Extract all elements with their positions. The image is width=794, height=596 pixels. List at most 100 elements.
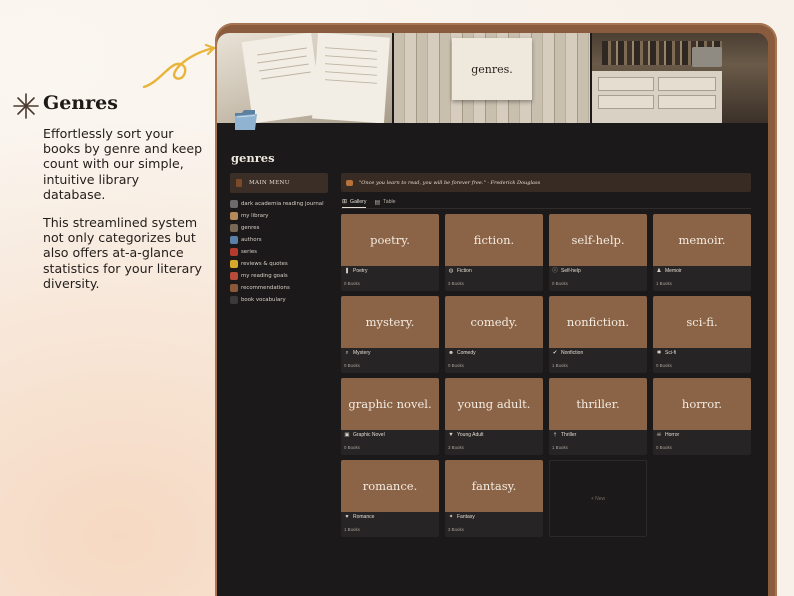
genre-name: Graphic Novel	[353, 432, 385, 438]
genre-card-comedy[interactable]: comedy. ☻ Comedy 0 Books	[445, 296, 543, 373]
genre-book-count: 0 Books	[344, 445, 360, 450]
genre-book-count: 0 Books	[552, 281, 568, 286]
folder-icon	[235, 110, 257, 130]
tab-divider	[341, 208, 751, 209]
genre-cover: thriller.	[549, 378, 647, 430]
banner-genres-note-image: genres.	[394, 33, 590, 123]
grid-icon: ⊞	[342, 199, 348, 205]
sidebar-item-my-reading-goals[interactable]: my reading goals	[230, 270, 288, 281]
genre-name: Poetry	[353, 268, 368, 274]
open-book-icon	[346, 179, 353, 186]
genre-cover: young adult.	[445, 378, 543, 430]
genre-cover: self-help.	[549, 214, 647, 266]
bookmark-icon: ❚	[344, 268, 350, 274]
page-title: genres	[231, 151, 275, 165]
sidebar-item-dark-academia-reading-journal[interactable]: dark academia reading journal	[230, 198, 324, 209]
genre-name: Comedy	[457, 350, 476, 356]
genre-card-young-adult[interactable]: young adult. ▼ Young Adult 3 Books	[445, 378, 543, 455]
genre-book-count: 3 Books	[448, 281, 464, 286]
genre-book-count: 3 Books	[448, 527, 464, 532]
genre-book-count: 1 Books	[656, 281, 672, 286]
person-icon: ♟	[656, 268, 662, 274]
sidebar-item-label: series	[241, 248, 257, 255]
target-icon	[230, 271, 238, 280]
quill-icon	[230, 235, 238, 244]
genre-card-memoir[interactable]: memoir. ♟ Memoir 1 Books	[653, 214, 751, 291]
genre-name: Horror	[665, 432, 680, 438]
genre-card-graphic-novel[interactable]: graphic novel. ▣ Graphic Novel 0 Books	[341, 378, 439, 455]
genre-name: Nonfiction	[561, 350, 584, 356]
heart-icon: ♥	[345, 514, 349, 520]
genre-book-count: 0 Books	[344, 281, 360, 286]
genre-card-romance[interactable]: romance. ♥ Romance 1 Books	[341, 460, 439, 537]
new-card-button[interactable]: + New	[549, 460, 647, 537]
banner-note: genres.	[452, 38, 532, 100]
genre-name-row: ⌕ Mystery	[344, 350, 370, 356]
genre-cover: memoir.	[653, 214, 751, 266]
magnifier-icon: ⌕	[345, 350, 349, 356]
sidebar-item-label: book vocabulary	[241, 296, 286, 303]
genre-card-fantasy[interactable]: fantasy. ✦ Fantasy 3 Books	[445, 460, 543, 537]
smiley-icon: ☻	[448, 350, 454, 356]
genre-name: Memoir	[665, 268, 682, 274]
genre-card-self-help[interactable]: self-help. ⓘ Self-help 0 Books	[549, 214, 647, 291]
sidebar-item-label: reviews & quotes	[241, 260, 288, 267]
image-icon: ▣	[344, 432, 350, 438]
sidebar-item-authors[interactable]: authors	[230, 234, 262, 245]
genre-name-row: ✔ Nonfiction	[552, 350, 584, 356]
sidebar-header: MAIN MENU	[230, 173, 328, 193]
genre-card-horror[interactable]: horror. ☠ Horror 0 Books	[653, 378, 751, 455]
sidebar-item-reviews-quotes[interactable]: reviews & quotes	[230, 258, 288, 269]
sidebar-item-series[interactable]: series	[230, 246, 257, 257]
heart-icon	[230, 283, 238, 292]
check-circle-icon: ✔	[552, 350, 558, 356]
genre-cover: fiction.	[445, 214, 543, 266]
sidebar-item-label: authors	[241, 236, 262, 243]
sidebar-item-recommendations[interactable]: recommendations	[230, 282, 290, 293]
genre-book-count: 0 Books	[656, 363, 672, 368]
genre-name: Fantasy	[457, 514, 475, 520]
genre-cover: romance.	[341, 460, 439, 512]
genre-name-row: ❚ Poetry	[344, 268, 368, 274]
genre-name: Young Adult	[457, 432, 484, 438]
atom-icon: ✱	[656, 350, 662, 356]
genre-name-row: ▼ Young Adult	[448, 432, 484, 438]
genre-name: Thriller	[561, 432, 577, 438]
sidebar-item-genres[interactable]: genres	[230, 222, 259, 233]
genre-card-thriller[interactable]: thriller. † Thriller 1 Books	[549, 378, 647, 455]
quote-callout: "Once you learn to read, you will be for…	[341, 173, 751, 192]
red-book-icon	[230, 247, 238, 256]
genre-name-row: ⓘ Self-help	[552, 268, 581, 274]
genre-book-count: 1 Books	[344, 527, 360, 532]
genre-book-count: 0 Books	[344, 363, 360, 368]
genre-cover: comedy.	[445, 296, 543, 348]
sidebar-item-label: recommendations	[241, 284, 290, 291]
genre-book-count: 1 Books	[552, 445, 568, 450]
genre-card-fiction[interactable]: fiction. ◍ Fiction 3 Books	[445, 214, 543, 291]
genre-card-sci-fi[interactable]: sci-fi. ✱ Sci-fi 0 Books	[653, 296, 751, 373]
tab-gallery[interactable]: ⊞ Gallery	[342, 196, 367, 208]
genre-card-poetry[interactable]: poetry. ❚ Poetry 0 Books	[341, 214, 439, 291]
tab-table[interactable]: ▤ Table	[374, 196, 395, 208]
sidebar-item-book-vocabulary[interactable]: book vocabulary	[230, 294, 286, 305]
book-icon	[230, 199, 238, 208]
promo-paragraph-2: This streamlined system not only categor…	[43, 215, 202, 291]
genre-name-row: ◍ Fiction	[448, 268, 472, 274]
genre-name-row: † Thriller	[552, 432, 576, 438]
mortarboard-icon	[230, 295, 238, 304]
genre-card-nonfiction[interactable]: nonfiction. ✔ Nonfiction 1 Books	[549, 296, 647, 373]
arrow-doodle-icon	[142, 43, 216, 89]
genre-name-row: ♥ Romance	[344, 514, 374, 520]
genre-cover: fantasy.	[445, 460, 543, 512]
promo-paragraph-1: Effortlessly sort your books by genre an…	[43, 126, 203, 202]
genre-name: Sci-fi	[665, 350, 677, 356]
app-screen: genres. genres MAIN MENU dark academia r…	[217, 33, 768, 596]
genre-name: Romance	[353, 514, 375, 520]
genre-book-count: 0 Books	[448, 363, 464, 368]
genre-card-mystery[interactable]: mystery. ⌕ Mystery 0 Books	[341, 296, 439, 373]
genre-cover: mystery.	[341, 296, 439, 348]
genre-cover: poetry.	[341, 214, 439, 266]
banner-cabinet-image	[592, 33, 768, 123]
sidebar-item-label: my library	[241, 212, 269, 219]
sidebar-item-my-library[interactable]: my library	[230, 210, 269, 221]
